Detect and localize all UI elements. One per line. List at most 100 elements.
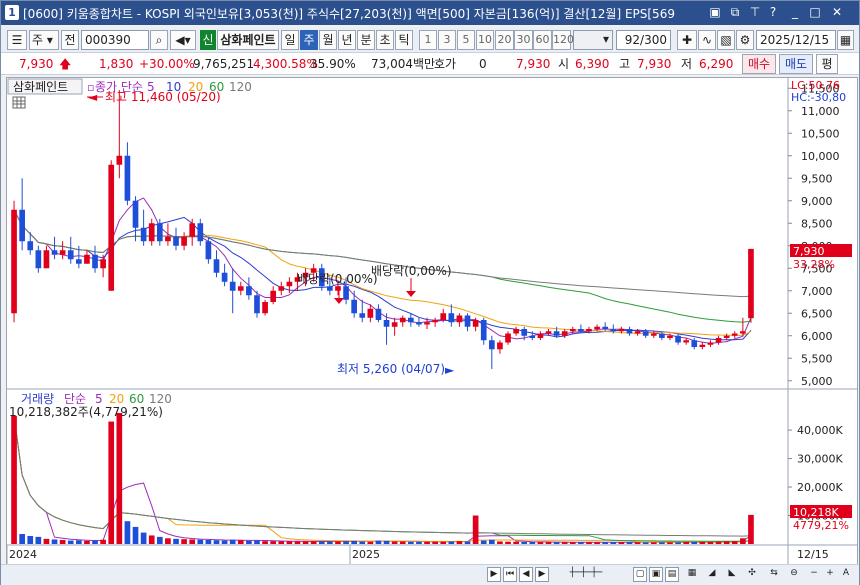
- help-icon[interactable]: ?: [765, 4, 781, 21]
- tab-interval-30[interactable]: 30: [514, 30, 533, 50]
- minus-icon[interactable]: −: [807, 567, 821, 582]
- volume-bar: [456, 541, 463, 544]
- volume-bar: [197, 539, 204, 544]
- candle-body: [488, 340, 495, 350]
- gear-icon[interactable]: ⚙: [736, 30, 754, 50]
- candle-body: [707, 342, 714, 345]
- open-label: 시: [558, 57, 570, 71]
- share-icon[interactable]: ⇆: [767, 567, 781, 582]
- candle-body: [748, 248, 754, 319]
- candle-body: [237, 286, 244, 291]
- tab-period-2[interactable]: 월: [319, 30, 337, 50]
- candle-body: [343, 286, 349, 300]
- volume-bar: [254, 540, 260, 544]
- current-price: 7,930: [19, 57, 54, 71]
- sound-icon[interactable]: ◀▾: [170, 30, 196, 50]
- tab-interval-60[interactable]: 60: [533, 30, 552, 50]
- volume-bar: [464, 541, 471, 544]
- tab-period-6[interactable]: 틱: [395, 30, 413, 50]
- eval-button[interactable]: 평: [816, 54, 838, 74]
- candle-body: [229, 281, 236, 291]
- line-icon[interactable]: ◣: [725, 567, 739, 582]
- x-label-2024: 2024: [9, 548, 37, 561]
- hc-indicator: HC:-30,80: [791, 91, 846, 104]
- tab-period-4[interactable]: 분: [357, 30, 375, 50]
- image-icon[interactable]: ▧: [717, 30, 735, 50]
- volume-bar: [505, 541, 511, 544]
- tab-period-5[interactable]: 초: [376, 30, 394, 50]
- table-icon[interactable]: [12, 96, 26, 109]
- ref-button[interactable]: 전: [61, 30, 79, 50]
- search-icon[interactable]: ⌕: [150, 30, 168, 50]
- lock-icon[interactable]: ▤: [665, 567, 679, 582]
- date-input[interactable]: 2025/12/15: [756, 30, 836, 50]
- tab-interval-3[interactable]: 3: [438, 30, 456, 50]
- volume-bar: [723, 541, 730, 544]
- volume-bar: [707, 542, 714, 544]
- layout-icon[interactable]: ▦: [685, 567, 699, 582]
- volume-value: 9,765,251: [193, 57, 255, 71]
- crosshair-icon[interactable]: ✣: [745, 567, 759, 582]
- candle-body: [359, 313, 366, 318]
- ma-period-120: 120: [229, 80, 252, 94]
- chevron-down-icon[interactable]: ▾: [599, 30, 613, 50]
- maximize-icon[interactable]: □: [807, 4, 823, 21]
- calendar-icon[interactable]: ▦: [837, 30, 854, 50]
- scroll-right-icon[interactable]: ▶: [487, 567, 501, 582]
- volume-bar: [67, 540, 74, 544]
- volume-bar: [156, 536, 163, 544]
- tab-interval-5[interactable]: 5: [457, 30, 475, 50]
- scroll-forward-icon[interactable]: ▶: [535, 567, 549, 582]
- plus-icon[interactable]: +: [823, 567, 837, 582]
- draw-icon[interactable]: ∿: [698, 30, 716, 50]
- count-input[interactable]: 92/300: [616, 30, 671, 50]
- restore-icon[interactable]: ⧉: [727, 4, 743, 21]
- candle-body: [399, 317, 406, 323]
- volume-bar: [399, 541, 406, 544]
- zoom-out-icon[interactable]: ⊖: [787, 567, 801, 582]
- stock-code-input[interactable]: 000390: [81, 30, 149, 50]
- volume-bar: [140, 532, 147, 544]
- volume-ma-label: 단순: [64, 392, 86, 406]
- tab-period-1[interactable]: 주: [300, 30, 318, 50]
- chart-area[interactable]: 11,50011,00010,50010,0009,5009,0008,5008…: [6, 77, 858, 565]
- volume-bar: [310, 541, 317, 544]
- price-tick-label: 11,000: [801, 105, 840, 118]
- zoom-slider[interactable]: ┼─┼─┼─: [557, 567, 615, 582]
- hoga-value: 0: [479, 57, 487, 71]
- x-label-2025: 2025: [352, 548, 380, 561]
- tab-interval-10[interactable]: 10: [476, 30, 494, 50]
- menu-icon[interactable]: ☰: [7, 30, 27, 50]
- volume-bar: [545, 542, 552, 544]
- save-icon[interactable]: ▣: [707, 4, 723, 21]
- mode-select[interactable]: 주 ▾: [29, 30, 59, 50]
- minimize-icon[interactable]: _: [787, 4, 803, 21]
- scroll-left-icon[interactable]: ◀: [519, 567, 533, 582]
- candle-body: [408, 317, 414, 323]
- close-icon[interactable]: ✕: [829, 4, 845, 21]
- zoom-fit-icon[interactable]: ▣: [649, 567, 663, 582]
- zoom-reset-icon[interactable]: ▢: [633, 567, 647, 582]
- sell-button[interactable]: 매도: [779, 54, 813, 74]
- volume-bar: [237, 540, 244, 544]
- trend-icon[interactable]: ◢: [705, 567, 719, 582]
- low-price: 6,290: [699, 57, 734, 71]
- candle-body: [731, 333, 738, 336]
- candle-body: [432, 320, 438, 323]
- chart-svg[interactable]: 11,50011,00010,50010,0009,5009,0008,5008…: [6, 78, 857, 564]
- tab-period-0[interactable]: 일: [281, 30, 299, 50]
- volume-bar: [92, 540, 98, 544]
- volume-bar: [740, 538, 746, 544]
- tab-interval-20[interactable]: 20: [495, 30, 514, 50]
- pin-icon[interactable]: ⊤: [747, 4, 763, 21]
- settings-icon[interactable]: ✚: [677, 30, 697, 50]
- scroll-end-icon[interactable]: ⏮: [503, 567, 517, 582]
- buy-button[interactable]: 매수: [742, 54, 776, 74]
- volume-bar: [513, 541, 519, 544]
- price-tick-label: 10,000: [801, 150, 840, 163]
- tab-period-3[interactable]: 년: [338, 30, 356, 50]
- tab-interval-120[interactable]: 120: [552, 30, 574, 50]
- font-size-icon[interactable]: A: [839, 567, 853, 582]
- volume-bar: [748, 514, 754, 544]
- tab-interval-1[interactable]: 1: [419, 30, 437, 50]
